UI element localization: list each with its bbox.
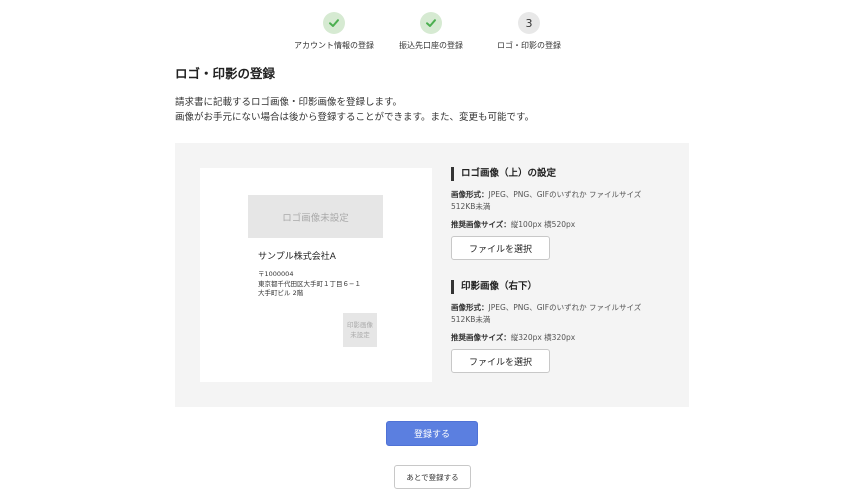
stamp-file-select-button[interactable]: ファイルを選択 (451, 349, 550, 373)
size-label: 推奨画像サイズ： (451, 333, 511, 342)
check-icon (426, 19, 436, 27)
format-label: 画像形式： (451, 303, 489, 312)
check-icon (329, 19, 339, 27)
page-title: ロゴ・印影の登録 (175, 66, 276, 81)
step-logo-stamp: 3 ロゴ・印影の登録 (469, 12, 589, 51)
company-address: 〒1000004 東京都千代田区大手町１丁目６−１ 大手町ビル 2階 (258, 270, 361, 299)
step-label: ロゴ・印影の登録 (497, 41, 561, 50)
logo-setting-title: ロゴ画像（上）の設定 (451, 167, 651, 181)
logo-file-select-button[interactable]: ファイルを選択 (451, 236, 550, 260)
address-line: 大手町ビル 2階 (258, 289, 304, 297)
company-name: サンプル株式会社A (258, 252, 336, 262)
postal-code: 〒1000004 (258, 270, 294, 278)
stamp-setting-title: 印影画像（右下） (451, 280, 651, 294)
stamp-format-info: 画像形式：JPEG、PNG、GIFのいずれか ファイルサイズ512KB未満 (451, 302, 651, 326)
size-value: 縦100px 横520px (510, 220, 576, 229)
progress-stepper: アカウント情報の登録 振込先口座の登録 3 ロゴ・印影の登録 (0, 12, 868, 54)
format-label: 画像形式： (451, 190, 489, 199)
step-complete-badge (323, 12, 345, 34)
register-later-button[interactable]: あとで登録する (394, 465, 471, 489)
address-line: 東京都千代田区大手町１丁目６−１ (258, 279, 361, 288)
stamp-placeholder-line: 未設定 (350, 331, 370, 339)
logo-setting-section: ロゴ画像（上）の設定 画像形式：JPEG、PNG、GIFのいずれか ファイルサイ… (451, 167, 651, 260)
stamp-setting-section: 印影画像（右下） 画像形式：JPEG、PNG、GIFのいずれか ファイルサイズ5… (451, 280, 651, 373)
intro-text: 請求書に記載するロゴ画像・印影画像を登録します。 画像がお手元にない場合は後から… (175, 95, 534, 125)
logo-size-info: 推奨画像サイズ：縦100px 横520px (451, 219, 651, 231)
logo-placeholder: ロゴ画像未設定 (248, 195, 383, 238)
stamp-placeholder: 印影画像 未設定 (343, 313, 377, 347)
upload-panel: ロゴ画像未設定 サンプル株式会社A 〒1000004 東京都千代田区大手町１丁目… (175, 143, 689, 407)
image-settings: ロゴ画像（上）の設定 画像形式：JPEG、PNG、GIFのいずれか ファイルサイ… (451, 167, 651, 373)
stamp-size-info: 推奨画像サイズ：縦320px 横320px (451, 332, 651, 344)
step-complete-badge (420, 12, 442, 34)
logo-format-info: 画像形式：JPEG、PNG、GIFのいずれか ファイルサイズ512KB未満 (451, 189, 651, 213)
size-label: 推奨画像サイズ： (451, 220, 511, 229)
step-number-badge: 3 (518, 12, 540, 34)
stamp-placeholder-line: 印影画像 (347, 321, 373, 329)
intro-line: 請求書に記載するロゴ画像・印影画像を登録します。 (175, 97, 403, 108)
size-value: 縦320px 横320px (510, 333, 576, 342)
intro-line: 画像がお手元にない場合は後から登録することができます。また、変更も可能です。 (175, 112, 535, 123)
invoice-preview: ロゴ画像未設定 サンプル株式会社A 〒1000004 東京都千代田区大手町１丁目… (200, 168, 432, 382)
register-button[interactable]: 登録する (386, 421, 478, 446)
